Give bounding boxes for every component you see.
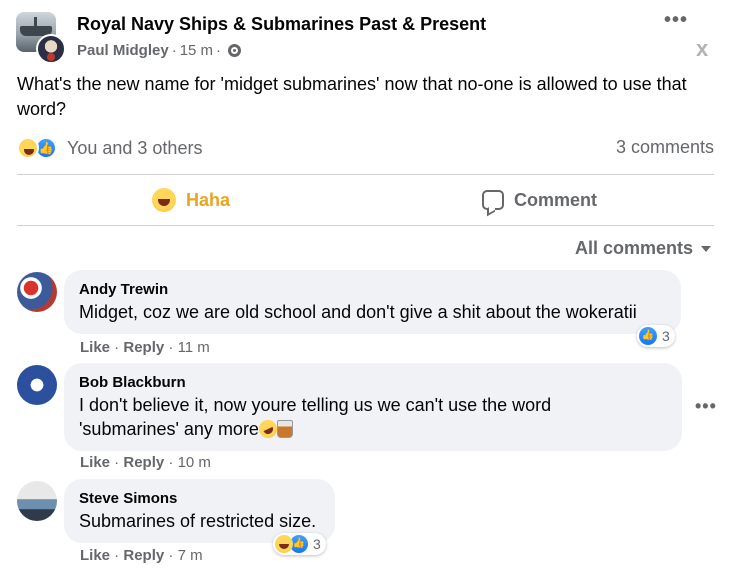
comment-text-line: 'submarines' any more [79, 417, 667, 441]
group-name[interactable]: Royal Navy Ships & Submarines Past & Pre… [77, 14, 486, 35]
close-icon[interactable]: x [696, 36, 708, 62]
globe-icon [228, 44, 242, 57]
more-options-icon[interactable]: ••• [664, 10, 688, 30]
author-name[interactable]: Paul Midgley [77, 42, 169, 59]
like-link[interactable]: Like [80, 454, 110, 471]
comment-label: Comment [513, 189, 597, 210]
whisky-glass-icon [276, 420, 293, 438]
reply-link[interactable]: Reply [123, 454, 164, 471]
divider [17, 225, 714, 226]
reactions-summary[interactable]: 👍 You and 3 others [17, 134, 202, 162]
haha-icon [275, 535, 293, 553]
meta-separator: · [171, 42, 177, 59]
post-header: Royal Navy Ships & Submarines Past & Pre… [16, 10, 716, 66]
comment-text-end: 'submarines' any more [79, 419, 259, 439]
comment-icon [481, 190, 504, 210]
reply-link[interactable]: Reply [123, 547, 164, 564]
reaction-count: 3 [662, 328, 670, 344]
comment-more-icon[interactable]: ••• [695, 396, 717, 417]
comments-count[interactable]: 3 comments [616, 137, 714, 158]
author-avatar[interactable] [36, 34, 66, 64]
comment-filter-label: All comments [574, 238, 693, 258]
comment-bubble: Bob Blackburn I don't believe it, now yo… [64, 363, 682, 451]
meta-separator: · [216, 42, 222, 59]
comment-bubble: Andy Trewin Midget, coz we are old schoo… [64, 270, 681, 334]
comment-actions: Like · Reply · 11 m [80, 339, 210, 356]
commenter-avatar[interactable] [17, 365, 57, 405]
commenter-avatar[interactable] [17, 272, 57, 312]
commenter-name[interactable]: Andy Trewin [79, 280, 666, 300]
avatar-detail [47, 53, 55, 61]
reply-link[interactable]: Reply [123, 339, 164, 356]
commenter-name[interactable]: Bob Blackburn [79, 373, 667, 393]
like-link[interactable]: Like [80, 547, 110, 564]
comment-reaction-badge[interactable]: 👍 3 [273, 533, 326, 555]
reactions-text[interactable]: You and 3 others [67, 138, 202, 159]
haha-label: Haha [185, 189, 230, 210]
comment-actions: Like · Reply · 7 m [80, 547, 203, 564]
post-time[interactable]: 15 m [180, 42, 213, 59]
comment: Andy Trewin Midget, coz we are old schoo… [17, 270, 717, 360]
comment-time[interactable]: 11 m [178, 339, 210, 356]
commenter-avatar[interactable] [17, 481, 57, 521]
action-bar: Haha Comment [17, 176, 714, 224]
comment-time[interactable]: 7 m [178, 547, 203, 564]
comment-reaction-badge[interactable]: 👍 3 [637, 325, 675, 347]
comment-text: Midget, coz we are old school and don't … [79, 302, 637, 322]
haha-icon [151, 188, 176, 212]
comment: Steve Simons Submarines of restricted si… [17, 479, 717, 574]
divider [17, 174, 714, 175]
comment: Bob Blackburn I don't believe it, now yo… [17, 363, 717, 473]
comment-actions: Like · Reply · 10 m [80, 454, 211, 471]
comment-time[interactable]: 10 m [178, 454, 211, 471]
post-meta: Paul Midgley · 15 m · [77, 42, 242, 59]
haha-button[interactable]: Haha [17, 176, 365, 224]
chevron-down-icon [701, 245, 711, 252]
reaction-count: 3 [313, 536, 321, 552]
like-icon: 👍 [639, 327, 657, 345]
comment-text: Submarines of restricted size. [79, 511, 317, 531]
comment-filter-dropdown[interactable]: All comments [575, 238, 711, 259]
post-text: What's the new name for 'midget submarin… [17, 74, 687, 119]
like-link[interactable]: Like [80, 339, 110, 356]
comment-text-line: I don't believe it, now youre telling us… [79, 395, 552, 415]
comment-button[interactable]: Comment [365, 176, 714, 224]
commenter-name[interactable]: Steve Simons [79, 489, 320, 509]
haha-reaction-icon [17, 137, 39, 159]
